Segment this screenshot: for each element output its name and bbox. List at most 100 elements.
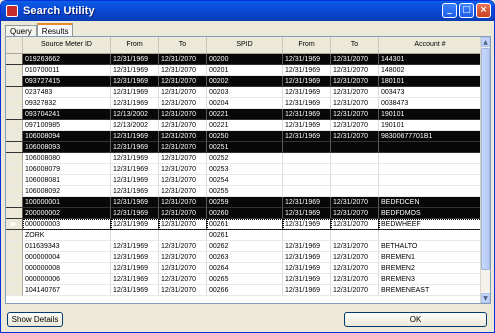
- row-selector[interactable]: [6, 109, 23, 120]
- table-cell[interactable]: 00264: [207, 263, 283, 274]
- table-row[interactable]: 106008094 12/31/1969 12/31/2070 00250 12/31/…: [6, 131, 482, 142]
- table-row[interactable]: 106008081 12/31/1969 12/31/2070 00254: [6, 175, 482, 186]
- table-cell[interactable]: 12/31/1969: [283, 120, 331, 131]
- table-cell[interactable]: BETHALTO: [379, 241, 482, 252]
- table-cell[interactable]: 12/31/1969: [111, 219, 159, 230]
- table-row[interactable]: 097100985 12/13/2002 12/31/2070 00221 12/31/…: [6, 120, 482, 131]
- table-row[interactable]: ▶ 000000003 12/31/1969 12/31/2070 00261 12/31…: [6, 219, 482, 230]
- row-selector[interactable]: [6, 252, 23, 263]
- table-cell[interactable]: 000000004: [23, 252, 111, 263]
- table-cell[interactable]: 097100985: [23, 120, 111, 131]
- row-selector[interactable]: [6, 54, 23, 65]
- header-spid[interactable]: SPID: [207, 37, 283, 53]
- scroll-down-icon[interactable]: ▼: [481, 293, 490, 303]
- table-cell[interactable]: 12/31/2070: [159, 142, 207, 153]
- table-cell[interactable]: 00203: [207, 87, 283, 98]
- table-cell[interactable]: 12/31/2070: [331, 98, 379, 109]
- table-cell[interactable]: 12/31/1969: [283, 274, 331, 285]
- table-cell[interactable]: 12/31/2070: [331, 197, 379, 208]
- table-cell[interactable]: [283, 186, 331, 197]
- table-cell[interactable]: 12/31/1969: [111, 186, 159, 197]
- table-row[interactable]: 104140767 12/31/1969 12/31/2070 00266 12/31/…: [6, 285, 482, 296]
- table-cell[interactable]: 00221: [207, 120, 283, 131]
- table-cell[interactable]: 106008081: [23, 175, 111, 186]
- table-cell[interactable]: 00263: [207, 252, 283, 263]
- table-cell[interactable]: 12/31/1969: [283, 252, 331, 263]
- table-cell[interactable]: 12/31/2070: [331, 65, 379, 76]
- table-cell[interactable]: 12/31/2070: [159, 252, 207, 263]
- table-cell[interactable]: 106008092: [23, 186, 111, 197]
- table-cell[interactable]: 00202: [207, 76, 283, 87]
- row-selector[interactable]: [6, 131, 23, 142]
- table-cell[interactable]: 12/31/2070: [159, 197, 207, 208]
- table-cell[interactable]: 12/31/1969: [111, 54, 159, 65]
- table-cell[interactable]: 12/31/1969: [283, 98, 331, 109]
- table-cell[interactable]: 12/31/2070: [159, 65, 207, 76]
- table-cell[interactable]: 12/31/2070: [331, 208, 379, 219]
- table-cell[interactable]: 180101: [379, 76, 482, 87]
- table-cell[interactable]: 12/31/1969: [283, 219, 331, 230]
- row-selector[interactable]: [6, 120, 23, 131]
- table-cell[interactable]: 12/31/1969: [111, 131, 159, 142]
- table-cell[interactable]: [379, 164, 482, 175]
- header-to[interactable]: To: [159, 37, 207, 53]
- table-cell[interactable]: 12/31/2070: [159, 219, 207, 230]
- table-cell[interactable]: 093704241: [23, 109, 111, 120]
- table-cell[interactable]: 12/31/2070: [159, 208, 207, 219]
- table-cell[interactable]: 0237483: [23, 87, 111, 98]
- table-cell[interactable]: [283, 153, 331, 164]
- row-selector[interactable]: [6, 164, 23, 175]
- table-cell[interactable]: [283, 175, 331, 186]
- table-cell[interactable]: BEDFDCEN: [379, 197, 482, 208]
- table-cell[interactable]: 12/31/1969: [283, 285, 331, 296]
- table-cell[interactable]: 12/31/1969: [283, 76, 331, 87]
- table-cell[interactable]: 12/31/2070: [159, 186, 207, 197]
- table-row[interactable]: 100000001 12/31/1969 12/31/2070 00259 12/31/…: [6, 197, 482, 208]
- table-cell[interactable]: 00261: [207, 219, 283, 230]
- table-cell[interactable]: 12/31/2070: [159, 120, 207, 131]
- table-cell[interactable]: 000000003: [23, 219, 111, 230]
- table-cell[interactable]: 12/31/1969: [111, 285, 159, 296]
- table-cell[interactable]: 12/31/1969: [283, 197, 331, 208]
- table-cell[interactable]: 00254: [207, 175, 283, 186]
- table-cell[interactable]: 12/31/2070: [159, 164, 207, 175]
- header-from[interactable]: From: [111, 37, 159, 53]
- current-row-arrow-icon[interactable]: ▶: [6, 219, 23, 230]
- table-cell[interactable]: 011639343: [23, 241, 111, 252]
- table-cell[interactable]: 12/31/1969: [283, 65, 331, 76]
- table-cell[interactable]: 12/31/2070: [159, 153, 207, 164]
- table-row[interactable]: 011639343 12/31/1969 12/31/2070 00262 12/31/…: [6, 241, 482, 252]
- table-cell[interactable]: 12/31/1969: [283, 54, 331, 65]
- table-cell[interactable]: 12/31/1969: [111, 153, 159, 164]
- table-cell[interactable]: 12/31/1969: [283, 241, 331, 252]
- table-row[interactable]: 106008079 12/31/1969 12/31/2070 00253: [6, 164, 482, 175]
- table-cell[interactable]: 12/31/1969: [111, 76, 159, 87]
- table-cell[interactable]: 09327832: [23, 98, 111, 109]
- table-cell[interactable]: ZORK: [23, 230, 111, 241]
- table-cell[interactable]: 12/31/1969: [111, 252, 159, 263]
- table-cell[interactable]: 12/31/2070: [159, 109, 207, 120]
- row-selector[interactable]: [6, 65, 23, 76]
- table-cell[interactable]: 12/13/2002: [111, 120, 159, 131]
- table-cell[interactable]: 000000006: [23, 274, 111, 285]
- table-cell[interactable]: [331, 230, 379, 241]
- table-cell[interactable]: BREMEN2: [379, 263, 482, 274]
- table-cell[interactable]: 000000008: [23, 263, 111, 274]
- table-cell[interactable]: 190101: [379, 120, 482, 131]
- table-cell[interactable]: 12/31/2070: [159, 263, 207, 274]
- table-cell[interactable]: 093727415: [23, 76, 111, 87]
- table-cell[interactable]: 00261: [207, 230, 283, 241]
- table-cell[interactable]: [283, 142, 331, 153]
- table-cell[interactable]: 00252: [207, 153, 283, 164]
- table-cell[interactable]: 12/31/1969: [283, 208, 331, 219]
- table-cell[interactable]: BREMEN3: [379, 274, 482, 285]
- table-cell[interactable]: [331, 153, 379, 164]
- close-button[interactable]: ×: [476, 3, 491, 18]
- table-cell[interactable]: [283, 164, 331, 175]
- table-cell[interactable]: 148002: [379, 65, 482, 76]
- table-cell[interactable]: 12/31/1969: [111, 65, 159, 76]
- table-row[interactable]: 000000004 12/31/1969 12/31/2070 00263 12/31/…: [6, 252, 482, 263]
- table-cell[interactable]: [331, 142, 379, 153]
- table-cell[interactable]: 00200: [207, 54, 283, 65]
- table-cell[interactable]: 12/31/2070: [331, 285, 379, 296]
